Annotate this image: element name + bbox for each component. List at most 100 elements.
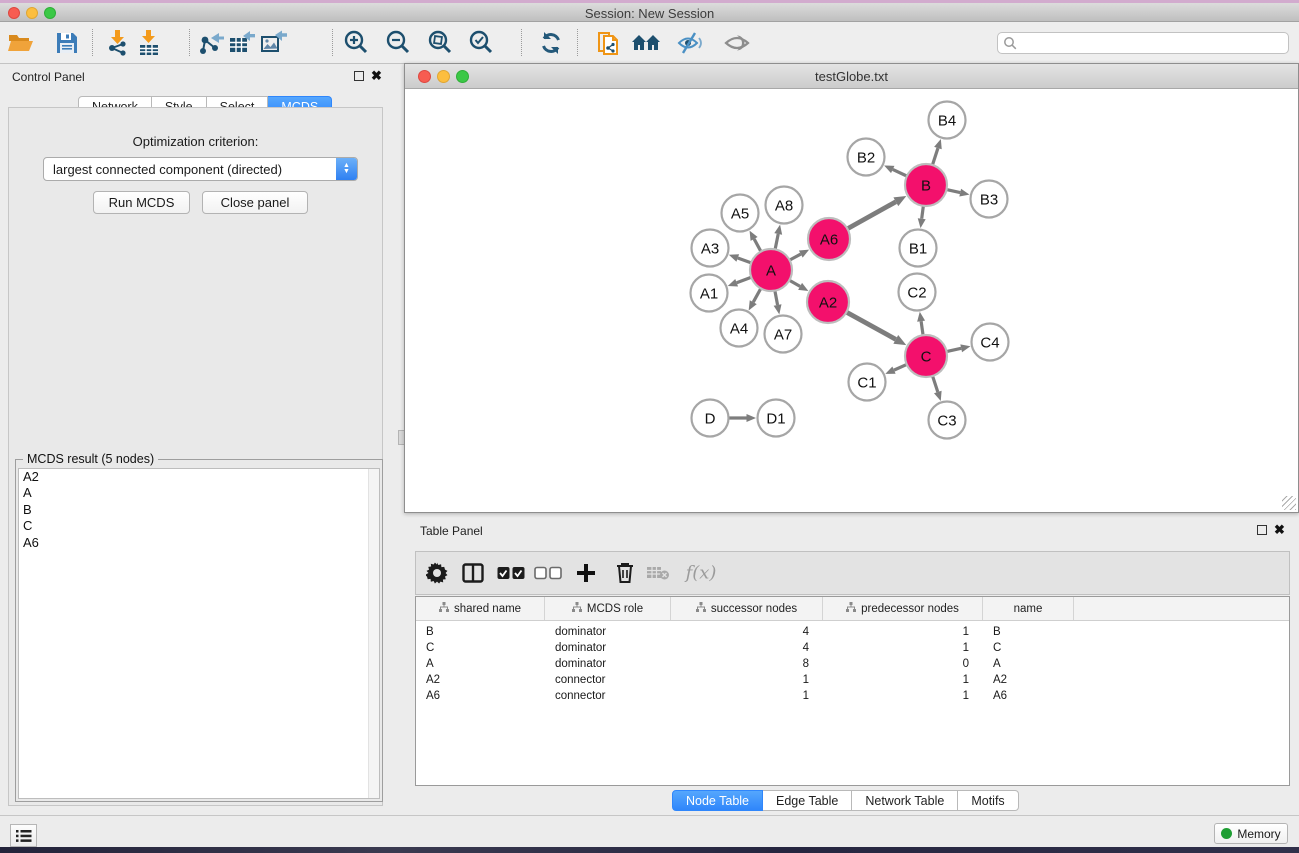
edge-A6-B[interactable] bbox=[847, 202, 896, 229]
close-panel-button[interactable]: Close panel bbox=[202, 191, 308, 214]
node-label-B4: B4 bbox=[938, 113, 956, 130]
table-settings-icon[interactable] bbox=[426, 562, 448, 584]
table-close-panel-icon[interactable]: ✖ bbox=[1274, 525, 1285, 535]
table-float-panel-icon[interactable] bbox=[1257, 525, 1267, 535]
import-table-icon[interactable] bbox=[133, 27, 165, 59]
column-view-icon[interactable] bbox=[462, 562, 484, 584]
result-scrollbar[interactable] bbox=[368, 469, 379, 798]
window-resize-grip[interactable] bbox=[1282, 496, 1296, 510]
tab-network-table[interactable]: Network Table bbox=[852, 790, 958, 811]
edge-C-C2[interactable] bbox=[921, 321, 923, 335]
float-panel-icon[interactable] bbox=[354, 71, 364, 81]
network-graph[interactable]: B4B2BB3A8A5A6A3B1AA1C2A2A4A7C4CC1C3DD1 bbox=[405, 89, 1298, 512]
arrowhead-icon bbox=[959, 189, 969, 197]
tab-node-table[interactable]: Node Table bbox=[672, 790, 763, 811]
zoom-out-icon[interactable] bbox=[382, 27, 414, 59]
export-image-icon[interactable] bbox=[258, 27, 290, 59]
edge-A-A1[interactable] bbox=[737, 277, 752, 282]
edge-A-A5[interactable] bbox=[754, 239, 761, 252]
import-network-icon[interactable] bbox=[102, 27, 134, 59]
edge-A-A4[interactable] bbox=[753, 288, 761, 302]
node-label-C3: C3 bbox=[937, 413, 956, 430]
close-panel-icon[interactable]: ✖ bbox=[371, 71, 382, 81]
edge-C-C3[interactable] bbox=[933, 376, 938, 392]
node-label-A6: A6 bbox=[820, 232, 838, 249]
export-table-icon[interactable] bbox=[226, 27, 258, 59]
edge-B-B2[interactable] bbox=[893, 169, 907, 176]
column-header-shared-name[interactable]: shared name bbox=[416, 597, 545, 620]
result-item[interactable]: A6 bbox=[19, 535, 379, 551]
deselect-all-icon[interactable] bbox=[534, 567, 562, 580]
table-row[interactable]: Cdominator41C bbox=[416, 640, 1289, 656]
open-file-icon[interactable] bbox=[5, 27, 37, 59]
save-session-icon[interactable] bbox=[51, 27, 83, 59]
edge-A-A2[interactable] bbox=[789, 280, 800, 286]
duplicate-network-icon[interactable] bbox=[593, 27, 625, 59]
zoom-in-icon[interactable] bbox=[340, 27, 372, 59]
export-network-icon[interactable] bbox=[195, 27, 227, 59]
edge-B-B4[interactable] bbox=[932, 148, 937, 165]
table-row[interactable]: Adominator80A bbox=[416, 656, 1289, 672]
result-item[interactable]: B bbox=[19, 502, 379, 518]
result-item[interactable]: C bbox=[19, 518, 379, 534]
session-title: Session: New Session bbox=[0, 6, 1299, 21]
function-builder-icon[interactable]: f(x) bbox=[686, 563, 717, 584]
edge-A-A3[interactable] bbox=[738, 258, 751, 263]
memory-label: Memory bbox=[1237, 827, 1280, 841]
network-canvas[interactable]: B4B2BB3A8A5A6A3B1AA1C2A2A4A7C4CC1C3DD1 bbox=[405, 89, 1298, 512]
column-header-successor-nodes[interactable]: successor nodes bbox=[671, 597, 823, 620]
edge-A2-C[interactable] bbox=[846, 312, 895, 339]
control-panel-title: Control Panel bbox=[12, 70, 85, 84]
node-label-B3: B3 bbox=[980, 192, 998, 209]
mcds-result-list[interactable]: A2ABCA6 bbox=[18, 468, 380, 799]
column-header-predecessor-nodes[interactable]: predecessor nodes bbox=[823, 597, 983, 620]
table-tabs: Node TableEdge TableNetwork TableMotifs bbox=[672, 790, 1019, 811]
add-column-icon[interactable] bbox=[576, 563, 596, 583]
column-label: predecessor nodes bbox=[861, 603, 959, 615]
table-cell: 8 bbox=[671, 658, 823, 670]
column-label: name bbox=[1014, 603, 1043, 615]
tab-motifs[interactable]: Motifs bbox=[958, 790, 1018, 811]
search-field[interactable] bbox=[997, 32, 1289, 54]
arrowhead-icon bbox=[774, 304, 782, 314]
select-all-icon[interactable] bbox=[497, 567, 525, 580]
column-header-MCDS-role[interactable]: MCDS role bbox=[545, 597, 671, 620]
memory-button[interactable]: Memory bbox=[1214, 823, 1288, 844]
tab-edge-table[interactable]: Edge Table bbox=[763, 790, 852, 811]
edge-C-C1[interactable] bbox=[894, 364, 907, 370]
show-all-icon[interactable] bbox=[721, 27, 753, 59]
search-input[interactable] bbox=[1018, 34, 1288, 52]
table-row[interactable]: A6connector11A6 bbox=[416, 688, 1289, 704]
column-header-name[interactable]: name bbox=[983, 597, 1074, 620]
node-label-B2: B2 bbox=[857, 150, 875, 167]
zoom-fit-icon[interactable] bbox=[424, 27, 456, 59]
table-toolbar: f(x) bbox=[415, 551, 1290, 595]
column-label: MCDS role bbox=[587, 603, 643, 615]
main-titlebar[interactable]: Session: New Session bbox=[0, 3, 1299, 22]
node-label-A1: A1 bbox=[700, 286, 718, 303]
table-row[interactable]: Bdominator41B bbox=[416, 624, 1289, 640]
table-cell: dominator bbox=[545, 642, 671, 654]
edge-B-B3[interactable] bbox=[946, 190, 960, 193]
edge-C-C4[interactable] bbox=[947, 348, 962, 351]
run-mcds-button[interactable]: Run MCDS bbox=[93, 191, 190, 214]
arrowhead-icon bbox=[728, 279, 738, 287]
zoom-selected-icon[interactable] bbox=[465, 27, 497, 59]
result-item[interactable]: A2 bbox=[19, 469, 379, 485]
edge-A-A6[interactable] bbox=[790, 254, 801, 260]
node-label-A4: A4 bbox=[730, 321, 748, 338]
mcds-result-groupbox: MCDS result (5 nodes) A2ABCA6 bbox=[15, 459, 383, 802]
result-item[interactable]: A bbox=[19, 485, 379, 501]
edge-B-B1[interactable] bbox=[922, 206, 924, 219]
delete-column-icon[interactable] bbox=[616, 562, 634, 584]
refresh-icon[interactable] bbox=[535, 27, 567, 59]
edge-A-A7[interactable] bbox=[775, 291, 778, 305]
table-row[interactable]: A2connector11A2 bbox=[416, 672, 1289, 688]
delete-table-icon[interactable] bbox=[646, 565, 670, 581]
hide-selected-icon[interactable] bbox=[674, 27, 706, 59]
network-window-titlebar[interactable]: testGlobe.txt bbox=[405, 64, 1298, 89]
optimization-dropdown[interactable]: largest connected component (directed) ▲… bbox=[43, 157, 358, 181]
edge-A-A8[interactable] bbox=[775, 234, 778, 249]
task-history-button[interactable] bbox=[10, 824, 37, 847]
first-neighbors-icon[interactable] bbox=[630, 27, 662, 59]
